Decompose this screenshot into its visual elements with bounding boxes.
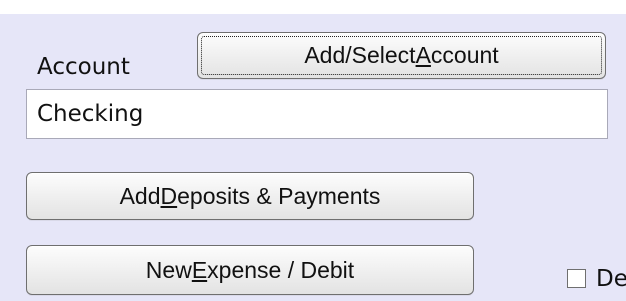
button-text: Add/Select (304, 42, 416, 68)
new-expense-debit-button-label: New E xpense / Debit (145, 256, 355, 283)
new-expense-debit-button[interactable]: New E xpense / Debit (26, 245, 474, 295)
button-text: New (145, 256, 192, 283)
add-select-account-button[interactable]: Add/Select A ccount (197, 32, 606, 79)
mnemonic-letter: D (160, 182, 178, 209)
checkbox-label: De (596, 266, 626, 292)
add-deposits-payments-button[interactable]: Add D eposits & Payments (26, 172, 474, 220)
button-text: ccount (430, 42, 499, 68)
button-text: xpense / Debit (207, 256, 355, 283)
add-deposits-payments-button-label: Add D eposits & Payments (119, 182, 381, 209)
button-text: Add (119, 182, 161, 209)
mnemonic-letter: E (191, 256, 208, 283)
account-label: Account (37, 54, 130, 80)
mnemonic-letter: A (415, 42, 431, 68)
add-select-account-button-label: Add/Select A ccount (304, 44, 498, 67)
account-field[interactable]: Checking (26, 89, 608, 139)
account-panel: Account Add/Select A ccount Checking Add… (0, 14, 626, 301)
checkbox[interactable] (567, 269, 586, 288)
button-text: eposits & Payments (177, 182, 381, 209)
